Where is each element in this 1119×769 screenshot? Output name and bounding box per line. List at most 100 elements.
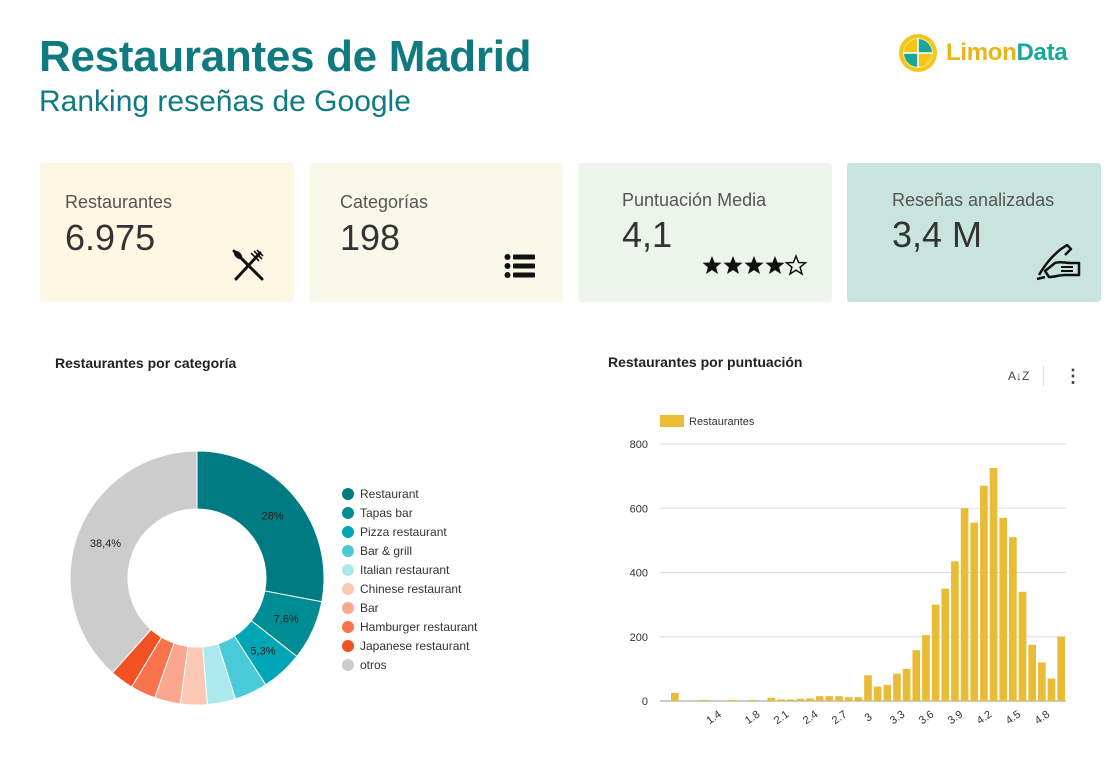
legend-label: Bar & grill [360, 543, 413, 558]
y-tick-label: 600 [630, 503, 648, 515]
legend-item[interactable]: Hamburger restaurant [342, 617, 477, 636]
kpi-label: Categorías [340, 192, 429, 212]
bar[interactable] [922, 635, 930, 701]
legend-swatch [342, 487, 354, 500]
x-tick-label: 1.8 [743, 709, 762, 728]
pie-slice[interactable] [69, 450, 198, 674]
kpi-value: 198 [340, 217, 401, 258]
x-tick-label: 3.9 [946, 709, 965, 728]
y-tick-label: 0 [642, 696, 648, 708]
list-icon [504, 254, 535, 278]
bar[interactable] [912, 650, 921, 701]
kpi-value: 4,1 [622, 214, 673, 255]
x-tick-label: 2.4 [801, 709, 820, 728]
bar[interactable] [980, 485, 988, 701]
legend-label: Restaurant [360, 486, 419, 501]
bar[interactable] [699, 700, 708, 701]
legend-label: Chinese restaurant [360, 581, 462, 596]
bar[interactable] [767, 697, 776, 701]
y-tick-label: 400 [630, 568, 648, 580]
logo-text-limon: Limon [946, 39, 1017, 66]
bar[interactable] [864, 675, 872, 701]
legend-item[interactable]: Bar & grill [342, 541, 477, 560]
legend-label: Bar [360, 600, 379, 615]
bar[interactable] [893, 673, 901, 701]
x-tick-label: 1.4 [704, 709, 723, 728]
legend-item[interactable]: Tapas bar [342, 503, 477, 522]
legend-swatch [342, 506, 354, 519]
logo: LimonData [898, 33, 1068, 73]
bar[interactable] [854, 697, 863, 701]
bar[interactable] [815, 696, 824, 701]
legend-item[interactable]: Bar [342, 598, 477, 617]
bar[interactable] [989, 468, 998, 701]
bar[interactable] [1028, 644, 1037, 701]
legend-label: Tapas bar [360, 505, 413, 520]
legend-swatch [342, 544, 354, 557]
bar[interactable] [671, 692, 679, 701]
legend-label: Restaurantes [689, 416, 755, 428]
pie-label: 38,4% [90, 538, 121, 550]
bar[interactable] [931, 604, 940, 701]
pie-slice[interactable] [196, 450, 325, 603]
bar[interactable] [970, 522, 979, 701]
bar-chart: 0 200 400 600 800 1.4 1.8 2.1 2.4 2.7 3 3.3 3.6 3.9 4.… [630, 415, 1066, 728]
page-title: Restaurantes de Madrid [39, 32, 532, 81]
bar[interactable] [786, 699, 795, 701]
bar[interactable] [999, 517, 1008, 701]
bar[interactable] [873, 686, 882, 701]
legend-item[interactable]: Chinese restaurant [342, 579, 477, 598]
bar[interactable] [1018, 591, 1027, 701]
pie-label: 5,3% [250, 645, 275, 657]
legend-item[interactable]: otros [342, 655, 477, 674]
logo-text: LimonData [946, 39, 1068, 67]
bar[interactable] [844, 697, 853, 701]
bar[interactable] [728, 700, 737, 701]
pie-label: 7,6% [274, 614, 299, 626]
fork-knife-icon [232, 249, 264, 281]
bar[interactable] [835, 696, 843, 701]
bar[interactable] [806, 698, 814, 701]
legend-swatch [342, 658, 354, 671]
donut-legend: Restaurant Tapas bar Pizza restaurant Bar &… [342, 484, 477, 674]
y-tick-label: 200 [630, 632, 648, 644]
writing-hand-icon [1036, 243, 1081, 281]
legend-swatch [342, 582, 354, 595]
bar[interactable] [951, 561, 959, 701]
kpi-label: Restaurantes [65, 192, 173, 212]
kpi-card-categorias: Categorías 198 [309, 163, 563, 302]
chart-title-categoria: Restaurantes por categoría [55, 355, 237, 371]
bar[interactable] [1057, 636, 1065, 701]
legend-swatch [342, 601, 354, 614]
sort-az-icon[interactable]: A↓Z [1008, 369, 1029, 383]
bar[interactable] [1009, 537, 1017, 701]
y-tick-label: 800 [630, 439, 648, 451]
bar[interactable] [960, 508, 969, 701]
legend-item[interactable]: Italian restaurant [342, 560, 477, 579]
legend-swatch [342, 620, 354, 633]
kpi-card-restaurantes: Restaurantes 6.975 [40, 163, 294, 302]
kpi-value: 3,4 M [892, 214, 983, 255]
bar[interactable] [825, 696, 834, 701]
bar[interactable] [883, 684, 892, 701]
legend-item[interactable]: Restaurant [342, 484, 477, 503]
legend-swatch [660, 415, 684, 427]
bar[interactable] [941, 588, 950, 701]
legend-label: Japanese restaurant [360, 638, 470, 653]
x-tick-label: 3.6 [917, 709, 936, 728]
bar[interactable] [796, 698, 805, 701]
bar[interactable] [748, 700, 756, 701]
bar[interactable] [1038, 662, 1046, 701]
legend-item[interactable]: Japanese restaurant [342, 636, 477, 655]
more-vert-icon[interactable]: ⋮ [1064, 366, 1082, 386]
legend-item[interactable]: Pizza restaurant [342, 522, 477, 541]
bar[interactable] [777, 699, 785, 701]
bar[interactable] [1047, 678, 1056, 701]
kpi-label: Puntuación Media [622, 190, 767, 210]
legend-label: Pizza restaurant [360, 524, 447, 539]
kpi-label: Reseñas analizadas [892, 190, 1055, 210]
bar[interactable] [902, 668, 911, 701]
lemon-logo-icon [899, 34, 937, 72]
kpi-card-resenas: Reseñas analizadas 3,4 M [847, 163, 1101, 302]
legend-swatch [342, 639, 354, 652]
